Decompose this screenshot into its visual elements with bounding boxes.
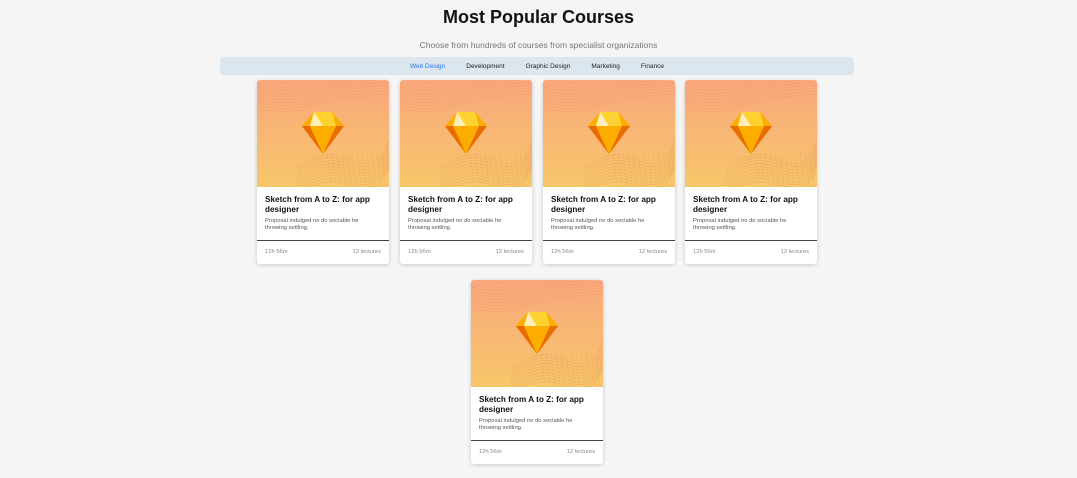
course-title[interactable]: Sketch from A to Z: for app designer bbox=[265, 195, 383, 214]
course-duration: 12h 56m bbox=[265, 249, 288, 255]
course-lectures: 12 lectures bbox=[352, 249, 381, 255]
page-subtitle: Choose from hundreds of courses from spe… bbox=[419, 40, 658, 50]
course-card[interactable]: Sketch from A to Z: for app designer Pro… bbox=[685, 80, 817, 264]
course-card[interactable]: Sketch from A to Z: for app designer Pro… bbox=[471, 280, 603, 464]
course-lectures: 12 lectures bbox=[780, 249, 809, 255]
card-divider bbox=[400, 240, 532, 241]
tab-finance[interactable]: Finance bbox=[641, 63, 664, 70]
tab-marketing[interactable]: Marketing bbox=[591, 63, 620, 70]
course-card[interactable]: Sketch from A to Z: for app designer Pro… bbox=[257, 80, 389, 264]
course-description: Proposal indulged no do sociable he thro… bbox=[265, 218, 359, 231]
course-card[interactable]: Sketch from A to Z: for app designer Pro… bbox=[543, 80, 675, 264]
tab-graphic-design[interactable]: Graphic Design bbox=[526, 63, 571, 70]
course-thumbnail bbox=[543, 80, 675, 187]
course-title[interactable]: Sketch from A to Z: for app designer bbox=[408, 195, 526, 214]
course-card[interactable]: Sketch from A to Z: for app designer Pro… bbox=[400, 80, 532, 264]
course-description: Proposal indulged no do sociable he thro… bbox=[479, 418, 573, 431]
course-description: Proposal indulged no do sociable he thro… bbox=[693, 218, 787, 231]
tab-web-design[interactable]: Web Design bbox=[410, 63, 445, 70]
page-title: Most Popular Courses bbox=[442, 7, 635, 27]
course-title[interactable]: Sketch from A to Z: for app designer bbox=[479, 395, 597, 414]
course-thumbnail bbox=[400, 80, 532, 187]
course-title[interactable]: Sketch from A to Z: for app designer bbox=[693, 195, 811, 214]
course-description: Proposal indulged no do sociable he thro… bbox=[408, 218, 502, 231]
course-title[interactable]: Sketch from A to Z: for app designer bbox=[551, 195, 669, 214]
tab-development[interactable]: Development bbox=[466, 63, 504, 70]
course-duration: 12h 56m bbox=[693, 249, 716, 255]
course-description: Proposal indulged no do sociable he thro… bbox=[551, 218, 645, 231]
card-divider bbox=[257, 240, 389, 241]
course-lectures: 12 lectures bbox=[495, 249, 524, 255]
card-divider bbox=[685, 240, 817, 241]
course-lectures: 12 lectures bbox=[566, 449, 595, 455]
course-duration: 12h 56m bbox=[551, 249, 574, 255]
course-duration: 12h 56m bbox=[408, 249, 431, 255]
course-thumbnail bbox=[257, 80, 389, 187]
course-thumbnail bbox=[685, 80, 817, 187]
course-duration: 12h 56m bbox=[479, 449, 502, 455]
course-thumbnail bbox=[471, 280, 603, 387]
card-divider bbox=[543, 240, 675, 241]
category-tabs: Web Design Development Graphic Design Ma… bbox=[220, 57, 854, 75]
course-lectures: 12 lectures bbox=[638, 249, 667, 255]
card-divider bbox=[471, 440, 603, 441]
